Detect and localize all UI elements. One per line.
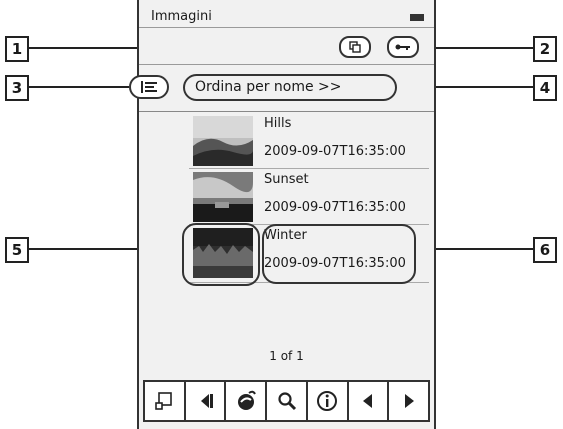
- item-date: 2009-09-07T16:35:00: [264, 200, 406, 215]
- app-title: Immagini: [151, 9, 212, 24]
- item-name: Sunset: [264, 172, 309, 187]
- callout-1: 1: [5, 36, 29, 62]
- browser-button[interactable]: [226, 382, 268, 420]
- next-icon: [404, 394, 414, 408]
- callout-6: 6: [533, 237, 557, 263]
- callout-line-2: [419, 47, 533, 49]
- callout-5: 5: [5, 237, 29, 263]
- copy-button[interactable]: [339, 36, 371, 58]
- callout-line-4: [434, 86, 533, 88]
- divider: [139, 111, 434, 112]
- callout-2: 2: [533, 36, 557, 62]
- sort-button[interactable]: [129, 75, 169, 99]
- divider: [139, 27, 434, 28]
- search-button[interactable]: [267, 382, 308, 420]
- list-item[interactable]: Sunset 2009-09-07T16:35:00: [189, 170, 429, 226]
- info-icon: [317, 391, 338, 411]
- first-page-icon: [201, 394, 214, 408]
- item-date: 2009-09-07T16:35:00: [264, 144, 406, 159]
- list-item[interactable]: Hills 2009-09-07T16:35:00: [189, 114, 429, 170]
- battery-icon: [410, 14, 424, 21]
- info-button[interactable]: [308, 382, 349, 420]
- sunset-thumbnail: [193, 172, 253, 222]
- home-icon: [155, 392, 173, 410]
- sort-order-label[interactable]: Ordina per nome >>: [183, 74, 397, 101]
- page-indicator: 1 of 1: [269, 349, 304, 363]
- list-sort-icon: [141, 81, 157, 93]
- reader-screen: Immagini Ordina per nome >> Hills 2009-0…: [129, 0, 436, 429]
- copy-icon: [349, 41, 361, 53]
- previous-icon: [362, 394, 372, 408]
- item-separator: [189, 168, 429, 169]
- callout-line-3: [29, 86, 129, 88]
- item-name: Hills: [264, 116, 292, 131]
- hills-thumbnail: [193, 116, 253, 166]
- details-highlight: [262, 224, 416, 284]
- thumbnail-highlight: [182, 223, 260, 286]
- previous-button[interactable]: [349, 382, 390, 420]
- browser-icon: [237, 390, 256, 410]
- callout-4: 4: [533, 75, 557, 101]
- next-button[interactable]: [389, 382, 428, 420]
- title-bar: Immagini: [139, 6, 434, 26]
- divider: [139, 64, 434, 65]
- key-icon: [395, 44, 410, 50]
- options-button[interactable]: [387, 36, 419, 58]
- home-button[interactable]: [145, 382, 186, 420]
- bottom-toolbar: [143, 380, 430, 422]
- search-icon: [277, 392, 296, 411]
- callout-3: 3: [5, 75, 29, 101]
- first-page-button[interactable]: [186, 382, 227, 420]
